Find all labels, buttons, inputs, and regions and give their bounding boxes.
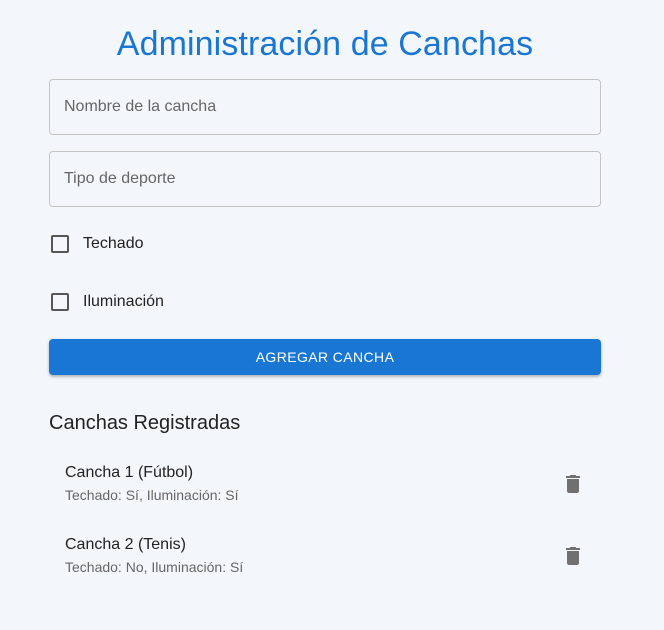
list-item: Cancha 2 (Tenis) Techado: No, Iluminació… <box>49 530 601 590</box>
list-item-primary: Cancha 2 (Tenis) <box>65 536 186 553</box>
nombre-input[interactable] <box>50 80 600 134</box>
list-item-secondary: Techado: Sí, Iluminación: Sí <box>65 487 239 503</box>
list-item-primary: Cancha 1 (Fútbol) <box>65 464 194 481</box>
trash-icon <box>566 547 580 565</box>
delete-button[interactable] <box>557 468 589 500</box>
list-title: Canchas Registradas <box>49 412 241 434</box>
techado-label: Techado <box>83 235 144 252</box>
techado-checkbox[interactable] <box>51 235 69 253</box>
trash-icon <box>566 475 580 493</box>
iluminacion-checkbox-row[interactable]: Iluminación <box>49 290 164 314</box>
delete-button[interactable] <box>557 540 589 572</box>
add-cancha-button[interactable]: AGREGAR CANCHA <box>49 339 601 375</box>
tipo-field[interactable] <box>49 151 601 207</box>
nombre-field[interactable] <box>49 79 601 135</box>
techado-checkbox-row[interactable]: Techado <box>49 232 144 256</box>
page-title: Administración de Canchas <box>116 25 534 63</box>
iluminacion-label: Iluminación <box>83 293 164 310</box>
iluminacion-checkbox[interactable] <box>51 293 69 311</box>
tipo-input[interactable] <box>50 152 600 206</box>
list-item-secondary: Techado: No, Iluminación: Sí <box>65 559 244 575</box>
list-item: Cancha 1 (Fútbol) Techado: Sí, Iluminaci… <box>49 458 601 518</box>
